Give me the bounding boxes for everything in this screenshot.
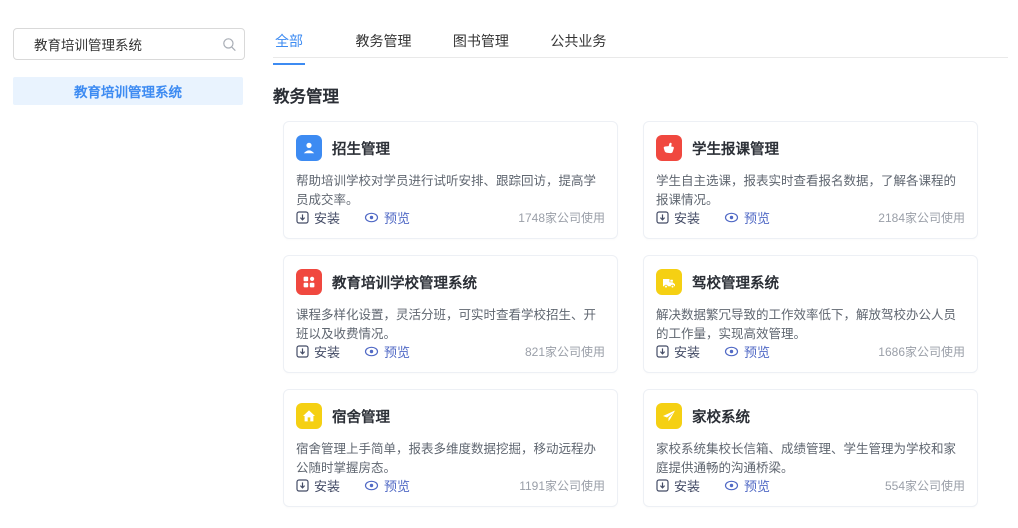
app-card-enrollment[interactable]: 招生管理 帮助培训学校对学员进行试听安排、跟踪回访，提高学员成交率。 安装	[283, 121, 618, 239]
tab-academic[interactable]: 教务管理	[353, 31, 413, 63]
card-title: 学生报课管理	[692, 138, 779, 159]
car-icon	[656, 269, 682, 295]
install-icon	[296, 345, 309, 358]
card-header: 教育培训学校管理系统	[296, 269, 605, 295]
preview-button[interactable]: 预览	[364, 342, 410, 361]
card-header: 学生报课管理	[656, 135, 965, 161]
card-description: 帮助培训学校对学员进行试听安排、跟踪回访，提高学员成交率。	[296, 172, 608, 210]
tab-bar: 全部 教务管理 图书管理 公共业务	[273, 0, 1008, 58]
tab-all[interactable]: 全部	[273, 31, 305, 65]
main-content: 全部 教务管理 图书管理 公共业务 教务管理 招生管理 帮助培训学校对学员进行试…	[273, 0, 1008, 507]
app-card-grid: 招生管理 帮助培训学校对学员进行试听安排、跟踪回访，提高学员成交率。 安装	[283, 121, 1008, 507]
preview-button[interactable]: 预览	[724, 342, 770, 361]
card-description: 课程多样化设置，灵活分班，可实时查看学校招生、开班以及收费情况。	[296, 306, 608, 344]
card-header: 招生管理	[296, 135, 605, 161]
home-icon	[296, 403, 322, 429]
card-header: 驾校管理系统	[656, 269, 965, 295]
install-button[interactable]: 安装	[656, 476, 700, 495]
card-header: 宿舍管理	[296, 403, 605, 429]
install-icon	[656, 479, 669, 492]
install-button[interactable]: 安装	[296, 208, 340, 227]
person-icon	[296, 135, 322, 161]
preview-button[interactable]: 预览	[724, 476, 770, 495]
eye-icon	[724, 480, 739, 491]
app-card-driving-school[interactable]: 驾校管理系统 解决数据繁冗导致的工作效率低下，解放驾校办公人员的工作量，实现高效…	[643, 255, 978, 373]
eye-icon	[364, 346, 379, 357]
install-icon	[296, 479, 309, 492]
install-icon	[296, 211, 309, 224]
sidebar-item-education-training[interactable]: 教育培训管理系统	[13, 77, 243, 105]
card-title: 教育培训学校管理系统	[332, 272, 477, 293]
card-description: 宿舍管理上手简单，报表多维度数据挖掘，移动远程办公随时掌握房态。	[296, 440, 608, 478]
card-description: 家校系统集校长信箱、成绩管理、学生管理为学校和家庭提供通畅的沟通桥梁。	[656, 440, 968, 478]
card-footer: 安装 预览 1686家公司使用	[656, 342, 965, 361]
hand-icon	[656, 135, 682, 161]
usage-count: 554家公司使用	[885, 477, 965, 494]
tab-library[interactable]: 图书管理	[451, 31, 511, 63]
eye-icon	[364, 480, 379, 491]
grid-icon	[296, 269, 322, 295]
install-button[interactable]: 安装	[656, 342, 700, 361]
card-title: 招生管理	[332, 138, 390, 159]
app-card-school-management[interactable]: 教育培训学校管理系统 课程多样化设置，灵活分班，可实时查看学校招生、开班以及收费…	[283, 255, 618, 373]
usage-count: 1748家公司使用	[518, 209, 605, 226]
card-header: 家校系统	[656, 403, 965, 429]
install-icon	[656, 211, 669, 224]
usage-count: 2184家公司使用	[878, 209, 965, 226]
card-title: 驾校管理系统	[692, 272, 779, 293]
eye-icon	[364, 212, 379, 223]
eye-icon	[724, 212, 739, 223]
tab-public[interactable]: 公共业务	[548, 31, 608, 63]
card-footer: 安装 预览 1191家公司使用	[296, 476, 605, 495]
section-title: 教务管理	[273, 83, 1008, 107]
search-input[interactable]	[14, 37, 214, 52]
app-card-home-school[interactable]: 家校系统 家校系统集校长信箱、成绩管理、学生管理为学校和家庭提供通畅的沟通桥梁。…	[643, 389, 978, 507]
search-icon[interactable]	[214, 29, 244, 59]
install-icon	[656, 345, 669, 358]
search-box	[13, 28, 245, 60]
preview-button[interactable]: 预览	[364, 208, 410, 227]
card-footer: 安装 预览 554家公司使用	[656, 476, 965, 495]
usage-count: 1686家公司使用	[878, 343, 965, 360]
preview-button[interactable]: 预览	[724, 208, 770, 227]
card-description: 学生自主选课，报表实时查看报名数据，了解各课程的报课情况。	[656, 172, 968, 210]
install-button[interactable]: 安装	[296, 476, 340, 495]
app-card-course-signup[interactable]: 学生报课管理 学生自主选课，报表实时查看报名数据，了解各课程的报课情况。 安装	[643, 121, 978, 239]
card-description: 解决数据繁冗导致的工作效率低下，解放驾校办公人员的工作量，实现高效管理。	[656, 306, 968, 344]
card-title: 家校系统	[692, 406, 750, 427]
sidebar: 教育培训管理系统	[0, 0, 258, 528]
card-footer: 安装 预览 821家公司使用	[296, 342, 605, 361]
usage-count: 821家公司使用	[525, 343, 605, 360]
eye-icon	[724, 346, 739, 357]
usage-count: 1191家公司使用	[519, 477, 605, 494]
install-button[interactable]: 安装	[656, 208, 700, 227]
plane-icon	[656, 403, 682, 429]
card-title: 宿舍管理	[332, 406, 390, 427]
preview-button[interactable]: 预览	[364, 476, 410, 495]
card-footer: 安装 预览 2184家公司使用	[656, 208, 965, 227]
card-footer: 安装 预览 1748家公司使用	[296, 208, 605, 227]
app-card-dormitory[interactable]: 宿舍管理 宿舍管理上手简单，报表多维度数据挖掘，移动远程办公随时掌握房态。 安装	[283, 389, 618, 507]
install-button[interactable]: 安装	[296, 342, 340, 361]
